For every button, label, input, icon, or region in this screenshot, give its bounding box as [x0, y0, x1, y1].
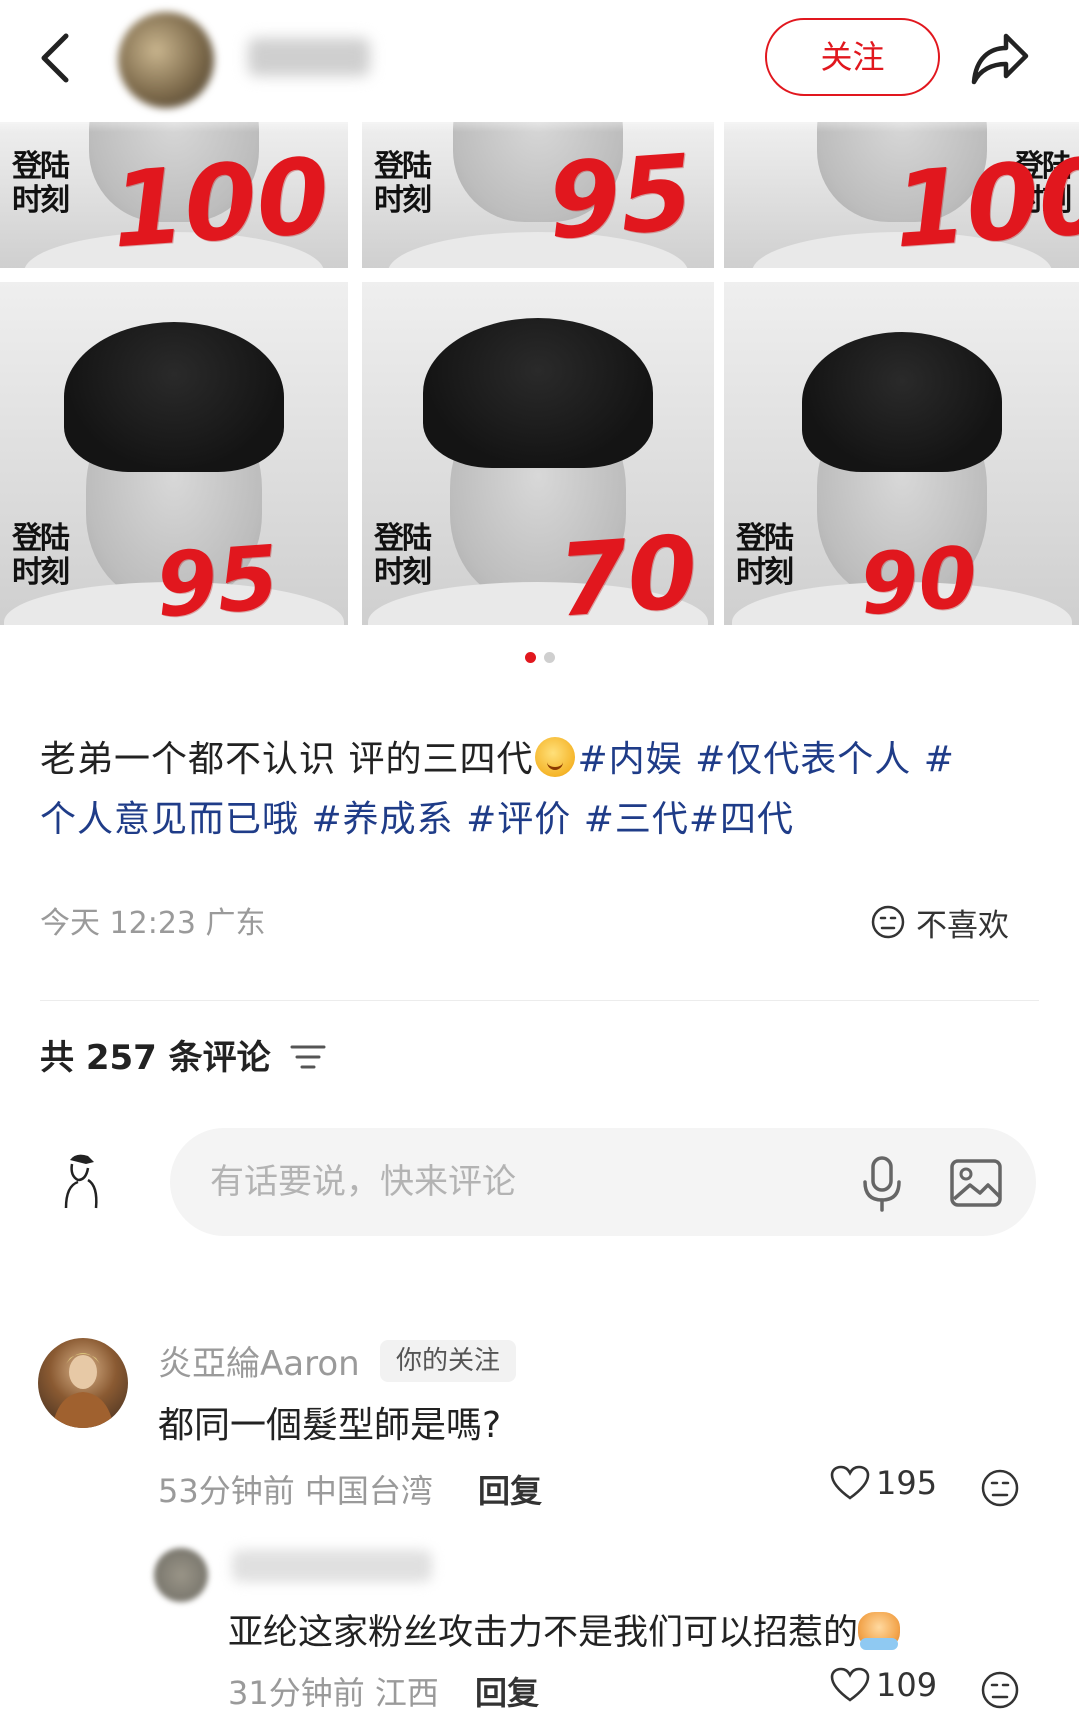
comment-time-location: 31分钟前 江西 — [228, 1674, 439, 1712]
comment-time-location: 53分钟前 中国台湾 — [158, 1472, 433, 1510]
heart-icon — [830, 1667, 870, 1702]
smile-emoji-icon — [535, 737, 576, 777]
like-count: 195 — [876, 1464, 938, 1502]
score-label: 70 — [554, 513, 702, 625]
image-pager — [0, 652, 1079, 663]
caption-text: 老弟一个都不认识 评的三四代 — [40, 739, 534, 780]
hashtag-link[interactable]: #内娱 — [577, 739, 682, 780]
score-label: 100 — [890, 134, 1079, 268]
sort-icon[interactable] — [290, 1042, 326, 1072]
post-meta: 今天 12:23 广东 — [40, 906, 266, 941]
following-badge: 你的关注 — [380, 1340, 517, 1382]
like-button[interactable]: 195 — [830, 1464, 937, 1502]
heart-icon — [830, 1465, 870, 1500]
commenter-name[interactable]: 炎亞綸Aaron — [158, 1336, 360, 1385]
commenter-avatar[interactable] — [38, 1338, 128, 1428]
like-count: 109 — [876, 1666, 938, 1704]
crying-emoji-icon — [858, 1612, 901, 1650]
score-label: 90 — [856, 528, 981, 625]
hashtag-link[interactable]: #评价 — [466, 799, 571, 840]
dislike-button[interactable]: 不喜欢 — [870, 900, 1009, 944]
microphone-icon[interactable] — [858, 1154, 906, 1214]
hashtag-link[interactable]: 个人意见而已哦 — [40, 799, 299, 840]
post-caption: 老弟一个都不认识 评的三四代 #内娱 #仅代表个人 # 个人意见而已哦 #养成系 … — [40, 730, 1040, 850]
brand-logo: 登陆 时刻 — [12, 149, 70, 218]
pager-dot[interactable] — [543, 652, 555, 663]
author-avatar[interactable] — [118, 12, 214, 108]
top-bar: 关注 — [0, 0, 1079, 132]
hair-shape — [423, 318, 653, 468]
score-label: 95 — [543, 131, 697, 263]
commenter-name-blurred[interactable] — [232, 1550, 432, 1582]
share-icon[interactable] — [966, 28, 1030, 88]
image-cell-2[interactable]: 登陆 时刻 95 — [362, 122, 714, 268]
image-cell-5[interactable]: 登陆 时刻 70 — [362, 282, 714, 625]
my-avatar-icon[interactable] — [56, 1150, 108, 1210]
image-cell-3[interactable]: 登陆 时刻 100 — [724, 122, 1079, 268]
reply-button[interactable]: 回复 — [478, 1466, 542, 1512]
image-picker-icon[interactable] — [948, 1155, 1004, 1211]
hair-shape — [801, 332, 1002, 472]
back-arrow-icon[interactable] — [36, 30, 76, 86]
image-cell-6[interactable]: 登陆 时刻 90 — [724, 282, 1079, 625]
like-button[interactable]: 109 — [830, 1666, 937, 1704]
post-detail-page: 登陆时刻 100 登陆时刻 95 登陆时刻 100 登陆时刻 95 登陆 — [0, 0, 1079, 1725]
score-label: 100 — [108, 134, 334, 268]
brand-logo: 登陆 时刻 — [374, 149, 432, 218]
comment-text: 都同一個髮型師是嗎? — [158, 1405, 502, 1446]
image-cell-1[interactable]: 登陆 时刻 100 — [0, 122, 348, 268]
divider — [40, 1000, 1039, 1001]
brand-logo: 登陆 时刻 — [736, 521, 794, 590]
pager-dot-active[interactable] — [524, 652, 536, 663]
brand-logo: 登陆 时刻 — [374, 521, 432, 590]
hashtag-link[interactable]: #仅代表个人 — [695, 739, 911, 780]
brand-logo: 登陆 时刻 — [12, 521, 70, 590]
neutral-face-icon[interactable] — [980, 1468, 1020, 1508]
commenter-avatar-blurred[interactable] — [154, 1548, 208, 1602]
hashtag-link[interactable]: # — [924, 739, 955, 780]
follow-button[interactable]: 关注 — [765, 18, 940, 96]
hashtag-link[interactable]: #养成系 — [311, 799, 453, 840]
comment-input[interactable]: 有话要说，快来评论 — [170, 1128, 1036, 1236]
hashtag-link[interactable]: #四代 — [689, 799, 794, 840]
image-cell-4[interactable]: 登陆 时刻 95 — [0, 282, 348, 625]
score-label: 95 — [152, 525, 282, 625]
dislike-label: 不喜欢 — [916, 907, 1009, 944]
hair-shape — [64, 322, 284, 472]
avatar-portrait — [52, 1353, 114, 1428]
comments-count: 共 257 条评论 — [40, 1038, 271, 1078]
hashtag-link[interactable]: #三代 — [584, 799, 689, 840]
neutral-face-icon — [871, 905, 905, 939]
comment-text: 亚纶这家粉丝攻击力不是我们可以招惹的 — [228, 1604, 901, 1655]
author-name-blurred[interactable] — [248, 38, 370, 76]
reply-button[interactable]: 回复 — [475, 1668, 539, 1714]
neutral-face-icon[interactable] — [980, 1670, 1020, 1710]
